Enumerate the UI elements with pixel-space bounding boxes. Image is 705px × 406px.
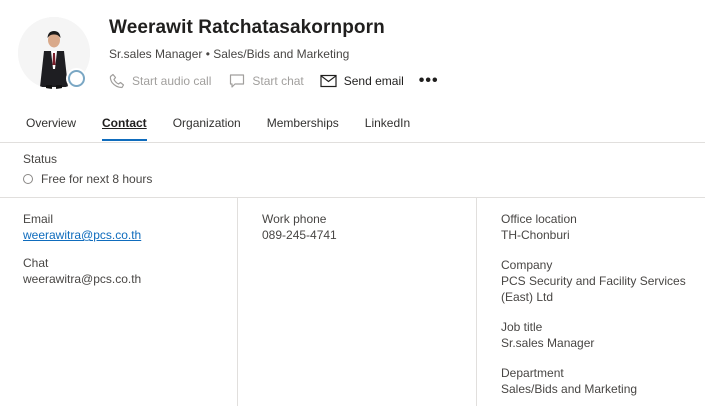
start-chat-label: Start chat	[252, 74, 304, 88]
tab-memberships[interactable]: Memberships	[267, 116, 339, 142]
tab-organization[interactable]: Organization	[173, 116, 241, 142]
column-divider	[476, 198, 477, 406]
status-value: Free for next 8 hours	[41, 172, 153, 186]
chat-icon	[228, 73, 246, 89]
office-location-value: TH-Chonburi	[501, 228, 570, 242]
department-value: Sales/Bids and Marketing	[501, 382, 638, 396]
start-chat-button[interactable]: Start chat	[228, 73, 304, 89]
tab-contact[interactable]: Contact	[102, 116, 147, 142]
presence-status-icon	[68, 70, 85, 87]
chat-label: Chat	[23, 256, 49, 270]
send-email-button[interactable]: Send email	[320, 73, 404, 89]
mail-icon	[320, 73, 338, 89]
company-field: Company PCS Security and Facility Servic…	[501, 257, 696, 305]
work-phone-label: Work phone	[262, 212, 327, 226]
section-divider	[0, 197, 705, 198]
action-bar: Start audio call Start chat Send email •…	[108, 72, 439, 90]
tab-divider	[0, 142, 705, 143]
start-audio-call-label: Start audio call	[132, 74, 212, 88]
office-location-field: Office location TH-Chonburi	[501, 211, 696, 243]
office-location-label: Office location	[501, 212, 577, 226]
job-title-value: Sr.sales Manager	[501, 336, 595, 350]
status-value-row: Free for next 8 hours	[23, 172, 152, 186]
tab-linkedin[interactable]: LinkedIn	[365, 116, 410, 142]
company-label: Company	[501, 258, 553, 272]
work-phone-value[interactable]: 089-245-4741	[262, 227, 337, 243]
email-link[interactable]: weerawitra@pcs.co.th	[23, 227, 141, 243]
more-options-button[interactable]: •••	[419, 72, 439, 90]
tab-bar: Overview Contact Organization Membership…	[26, 116, 436, 142]
company-value: PCS Security and Facility Services (East…	[501, 274, 686, 304]
department-field: Department Sales/Bids and Marketing	[501, 365, 696, 397]
department-label: Department	[501, 366, 564, 380]
job-title-label: Job title	[501, 320, 543, 334]
chat-field: Chat weerawitra@pcs.co.th	[23, 255, 141, 287]
email-label: Email	[23, 212, 54, 226]
more-icon: •••	[418, 72, 439, 89]
job-title-field: Job title Sr.sales Manager	[501, 319, 696, 351]
email-field: Email weerawitra@pcs.co.th	[23, 211, 141, 243]
tab-overview[interactable]: Overview	[26, 116, 76, 142]
profile-subtitle: Sr.sales Manager • Sales/Bids and Market…	[109, 47, 350, 61]
column-divider	[237, 198, 238, 406]
chat-value: weerawitra@pcs.co.th	[23, 272, 142, 286]
status-label: Status	[23, 152, 58, 166]
send-email-label: Send email	[343, 74, 404, 88]
availability-icon	[23, 174, 33, 184]
work-phone-field: Work phone 089-245-4741	[262, 211, 337, 243]
start-audio-call-button[interactable]: Start audio call	[108, 73, 211, 89]
phone-icon	[108, 73, 126, 89]
profile-name: Weerawit Ratchatasakornporn	[109, 17, 385, 38]
